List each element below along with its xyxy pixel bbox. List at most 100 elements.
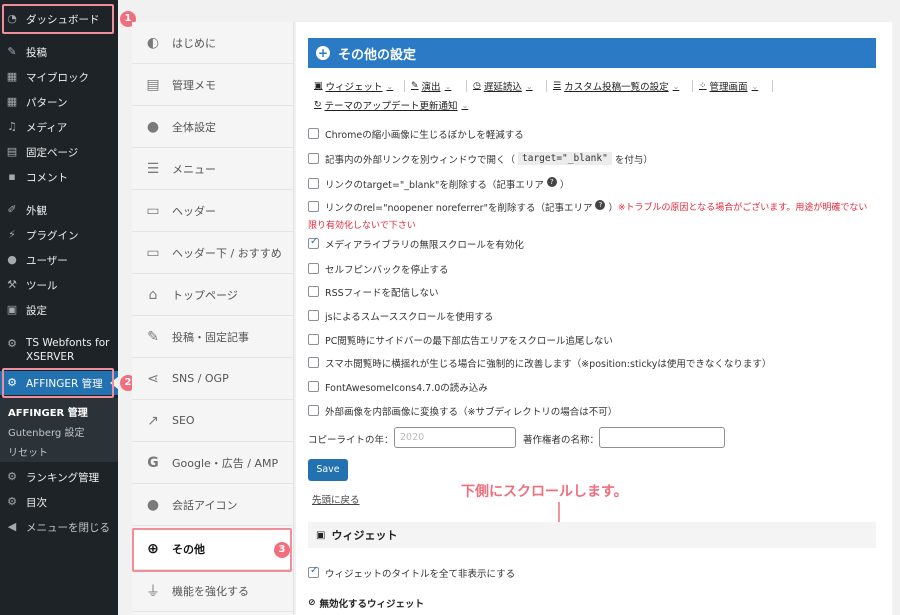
option-smooth-scroll[interactable]: jsによるスムーススクロールを使用する [308,309,493,323]
checkbox[interactable] [308,128,319,139]
option-external-image[interactable]: 外部画像を内部画像に変換する（※サブディレクトリの場合は不可） [308,404,617,418]
option-fontawesome[interactable]: FontAwesomeIcons4.7.0の読み込み [308,380,488,394]
help-icon[interactable]: ? [546,177,557,187]
chevron-down-icon: ⌄ [672,81,680,91]
sidebar-item-ts-webfonts[interactable]: ⚙ TS Webfonts for XSERVER [0,336,118,366]
sidebar-item-ranking[interactable]: ⚙ ランキング管理 [0,466,118,488]
chevron-down-icon: ⌄ [525,81,533,91]
sidebar-item-toc[interactable]: ⚙ 目次 [0,491,118,513]
sidebar-item-comments[interactable]: ▪ コメント [0,166,118,188]
checkbox[interactable] [308,310,319,321]
option-remove-target-blank[interactable]: リンクのtarget="_blank"を削除する（記事エリア?） [308,177,569,191]
chevron-down-icon: ⌄ [444,81,452,91]
option-self-pingback[interactable]: セルフピンバックを停止する [308,262,449,276]
sidebar-item-posts[interactable]: ✎ 投稿 [0,41,118,63]
checkbox[interactable] [308,334,319,345]
tab-label: メニュー [172,162,216,176]
sidebar-item-tools[interactable]: ⚒ ツール [0,274,118,296]
sidebar-item-dashboard[interactable]: ◔ ダッシュボード [0,8,118,30]
gear-icon: ⚙ [7,376,17,389]
option-rss[interactable]: RSSフィードを配信しない [308,285,438,299]
checkbox-checked[interactable] [308,565,319,578]
warning-text: ※トラブルの原因となる場合がございます。用途が明確でない [617,203,868,213]
submenu-affinger-admin[interactable]: AFFINGER 管理 [8,404,88,419]
checkbox[interactable] [308,357,319,368]
tab-label: その他 [172,542,205,556]
tab-label: SNS / OGP [172,372,229,385]
tab-sns[interactable]: ⋖ SNS / OGP [132,358,293,400]
tab-chat-icon[interactable]: ● 会話アイコン [132,484,293,526]
back-to-top-link[interactable]: 先頭に戻る [312,492,360,506]
checkbox[interactable] [308,201,319,212]
nav-link-lazyload[interactable]: ◷ 遅延読込 ⌄ [473,79,533,93]
nav-link-admin[interactable]: ⁘ 管理画面 ⌄ [699,79,758,93]
nav-label: 遅延読込 [483,82,522,93]
nav-link-update-notify[interactable]: ↻ テーマのアップデート更新通知 ⌄ [314,98,468,112]
option-sidebar-ad-sticky[interactable]: PC閲覧時にサイドバーの最下部広告エリアをスクロール追尾しない [308,333,613,347]
tab-top-page[interactable]: ⌂ トップページ [132,274,293,316]
checkbox[interactable] [308,178,319,189]
checkbox[interactable] [308,286,319,297]
nav-divider [772,80,773,92]
save-button[interactable]: Save [308,459,348,481]
checkbox-checked[interactable] [308,236,319,249]
checkbox[interactable] [308,405,319,416]
menu-icon: ☰ [146,160,160,177]
sidebar-collapse[interactable]: ◀ メニューを閉じる [0,516,118,538]
sidebar-item-appearance[interactable]: ✐ 外観 [0,199,118,221]
copyright-year-input[interactable]: 2020 [394,427,516,448]
checkbox[interactable] [308,153,319,164]
sidebar-item-settings[interactable]: ▣ 設定 [0,299,118,321]
tab-seo[interactable]: ↗ SEO [132,400,293,442]
option-media-infinite-scroll[interactable]: メディアライブラリの無限スクロールを有効化 [308,236,524,251]
nav-divider [466,80,467,92]
tab-memo[interactable]: ▤ 管理メモ [132,64,293,106]
google-icon: G [147,454,159,471]
submenu-reset[interactable]: リセット [8,444,48,459]
tab-other[interactable]: ⊕ その他 [132,528,293,570]
sidebar-item-label: ランキング管理 [26,471,100,484]
option-remove-noopener[interactable]: リンクのrel="noopener noreferrer"を削除する（記事エリア… [308,200,867,231]
widget-icon: ▣ [314,81,323,91]
home-icon: ⌂ [148,286,158,303]
option-chrome-blur[interactable]: Chromeの縮小画像に生じるぼかしを軽減する [308,127,524,141]
tab-header-below[interactable]: ▭ ヘッダー下 / おすすめ [132,232,293,274]
nav-link-custom-post[interactable]: ☰ カスタム投稿一覧の設定 ⌄ [553,79,679,93]
tab-google[interactable]: G Google・広告 / AMP [132,442,293,484]
checkbox[interactable] [308,381,319,392]
palette-icon: ● [146,118,160,135]
page-icon: ▤ [6,145,18,158]
collapse-icon: ◀ [7,520,17,533]
option-mobile-sway-fix[interactable]: スマホ閲覧時に横揺れが生じる場合に強制的に改善します（※position:sti… [308,356,771,370]
header-icon: ▭ [146,244,160,261]
option-label: RSSフィードを配信しない [325,288,439,299]
tab-intro[interactable]: ◐ はじめに [132,22,293,64]
nav-link-effects[interactable]: ✎ 演出 ⌄ [411,79,451,93]
tab-enhance[interactable]: ⏚ 機能を強化する [132,570,293,612]
tab-header[interactable]: ▭ ヘッダー [132,190,293,232]
sidebar-item-label: 目次 [26,496,47,509]
nav-divider [404,80,405,92]
sidebar-item-affinger[interactable]: ⚙ AFFINGER 管理 [0,371,118,395]
tab-general[interactable]: ● 全体設定 [132,106,293,148]
submenu-gutenberg[interactable]: Gutenberg 設定 [8,424,84,439]
sidebar-item-users[interactable]: ● ユーザー [0,249,118,271]
tab-menu[interactable]: ☰ メニュー [132,148,293,190]
sidebar-item-patterns[interactable]: ▦ パターン [0,91,118,113]
share-icon: ⋖ [147,370,159,387]
sidebar-item-pages[interactable]: ▤ 固定ページ [0,141,118,163]
nav-link-widget[interactable]: ▣ ウィジェット ⌄ [314,79,393,93]
option-external-link-new-window[interactable]: 記事内の外部リンクを別ウィンドウで開く（ target="_blank" を付与） [308,152,653,166]
step-badge-3: 3 [274,542,290,558]
help-icon[interactable]: ? [595,200,606,210]
tab-posts[interactable]: ✎ 投稿・固定記事 [132,316,293,358]
chevron-down-icon: ⌄ [751,81,759,91]
sidebar-item-my-blocks[interactable]: ▦ マイブロック [0,66,118,88]
sidebar-item-plugins[interactable]: ⚡ プラグイン [0,224,118,246]
sidebar-item-media[interactable]: ♫ メディア [0,116,118,138]
sidebar-item-label: 固定ページ [26,146,79,159]
checkbox[interactable] [308,263,319,274]
author-name-input[interactable] [599,427,725,448]
page-title: その他の設定 [338,47,417,63]
option-hide-widget-titles[interactable]: ウィジェットのタイトルを全て非表示にする [308,565,515,580]
